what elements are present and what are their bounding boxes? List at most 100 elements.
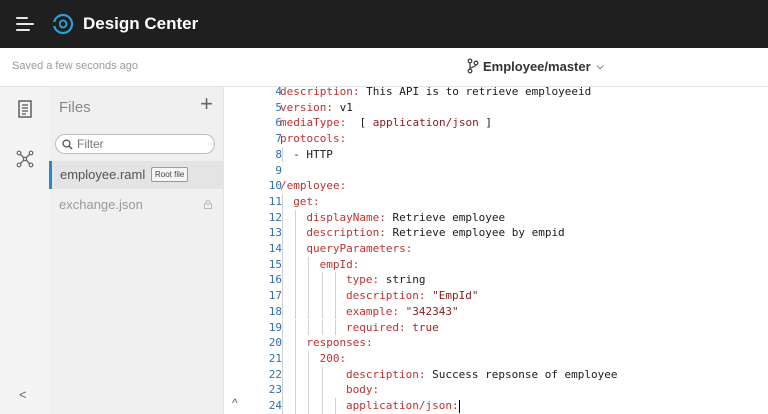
code-line[interactable]: 12 displayName: Retrieve employee [224, 209, 768, 226]
code-line[interactable]: 18 example: "342343" [224, 303, 768, 320]
graph-icon[interactable] [15, 149, 35, 169]
line-number: 4 [275, 87, 282, 98]
indent-guide [321, 366, 323, 383]
indent-guide [295, 319, 297, 336]
yaml-value: Success repsonse of employee [425, 367, 618, 381]
collapse-sidebar-button[interactable]: < [19, 387, 27, 402]
yaml-key: queryParameters: [306, 242, 413, 255]
indent-guide [321, 272, 323, 289]
line-number: 5 [275, 100, 282, 114]
yaml-key: displayName: [306, 210, 386, 224]
yaml-key: protocols: [280, 132, 347, 146]
code-text: example: "342343" [346, 304, 459, 320]
file-name: exchange.json [59, 197, 143, 212]
branch-selector[interactable]: Employee/master ⌵ [466, 58, 604, 74]
add-file-button[interactable]: + [200, 93, 213, 115]
indent-guide [295, 398, 297, 414]
yaml-string: application/json [372, 116, 479, 130]
code-line[interactable]: 5 version: v1 [224, 100, 768, 116]
yaml-value: string [379, 273, 426, 287]
indent-guide [282, 288, 283, 304]
indent-guide [282, 350, 283, 367]
file-item-employee-raml[interactable]: employee.raml Root file [49, 161, 223, 189]
code-text: description: Success repsonse of employe… [346, 367, 618, 383]
line-number: 14 [268, 242, 282, 255]
indent-guide [321, 303, 323, 320]
indent-guide [282, 272, 283, 289]
code-editor[interactable]: 4 description: This API is to retrieve em… [224, 87, 768, 414]
yaml-boolean: true [412, 320, 439, 334]
indent-guide [282, 256, 283, 273]
code-line[interactable]: 22 description: Success repsonse of emplo… [224, 366, 768, 383]
indent-guide [282, 209, 283, 226]
yaml-value: - HTTP [293, 147, 333, 161]
code-text: get: [293, 194, 320, 210]
indent-guide [282, 193, 283, 210]
yaml-key: description: [280, 87, 360, 98]
code-line[interactable]: 10/employee: [224, 178, 768, 194]
yaml-key: application/json: [346, 399, 459, 412]
indent-guide [321, 319, 323, 336]
indent-guide [308, 319, 310, 336]
code-line[interactable]: 16 type: string [224, 272, 768, 289]
code-line[interactable]: 6 mediaType: [ application/json ] [224, 115, 768, 131]
yaml-value-tail: ] [478, 116, 492, 130]
line-number: 13 [268, 226, 282, 240]
code-text: body: [346, 382, 379, 398]
code-text: version: v1 [280, 100, 353, 116]
yaml-value: [ [346, 116, 373, 130]
indent-guide [295, 256, 297, 273]
design-center-logo-icon [52, 13, 74, 35]
code-text: mediaType: [ application/json ] [280, 115, 492, 131]
indent-guide [282, 146, 283, 163]
indent-guide [295, 241, 297, 257]
code-text: displayName: Retrieve employee [306, 210, 505, 226]
code-line[interactable]: 21 200: [224, 350, 768, 367]
document-icon[interactable] [15, 99, 35, 119]
yaml-key: version: [280, 100, 333, 114]
code-line[interactable]: 14 queryParameters: [224, 241, 768, 257]
file-item-exchange-json[interactable]: exchange.json [49, 191, 223, 219]
yaml-string: "342343" [405, 304, 459, 318]
filter-input[interactable] [77, 137, 197, 151]
indent-guide [295, 382, 297, 398]
indent-guide [282, 303, 283, 320]
hamburger-icon[interactable] [16, 15, 34, 33]
indent-guide [321, 382, 323, 398]
code-text: - HTTP [293, 147, 333, 163]
code-line[interactable]: 8 - HTTP [224, 146, 768, 163]
code-line[interactable]: 23 body: [224, 382, 768, 398]
code-line[interactable]: 11 get: [224, 193, 768, 210]
yaml-key: 200: [319, 351, 347, 365]
code-line[interactable]: 4 description: This API is to retrieve em… [224, 87, 768, 100]
yaml-string: "EmpId" [432, 289, 479, 303]
yaml-key: mediaType: [280, 116, 347, 130]
indent-guide [282, 225, 283, 241]
code-line[interactable]: 15 empId: [224, 256, 768, 273]
code-line[interactable]: 17 description: "EmpId" [224, 288, 768, 304]
yaml-value: This API is to retrieve employeeid [359, 87, 592, 98]
chevron-down-icon[interactable]: ⌵ [597, 61, 604, 72]
yaml-key: required: [346, 320, 406, 334]
yaml-key: type: [346, 273, 380, 287]
indent-guide [308, 382, 310, 398]
code-line[interactable]: 7 protocols: [224, 131, 768, 147]
indent-guide [308, 256, 310, 273]
indent-guide [334, 288, 336, 304]
code-text: protocols: [280, 131, 346, 147]
code-line[interactable]: 13 description: Retrieve employee by empi… [224, 225, 768, 241]
yaml-key: description: [346, 367, 426, 381]
indent-guide [295, 335, 297, 351]
code-line[interactable]: 9 [224, 163, 768, 179]
text-cursor [458, 399, 460, 413]
code-line[interactable]: 24 application/json: [224, 398, 768, 414]
yaml-key: description: [346, 289, 426, 303]
indent-guide [295, 303, 297, 320]
code-line[interactable]: 19 required: true [224, 319, 768, 336]
indent-guide [295, 366, 297, 383]
line-number: 6 [275, 116, 282, 130]
filter-field[interactable] [55, 134, 215, 154]
fold-toggle-icon[interactable]: ^ [232, 396, 238, 410]
branch-label: Employee/master [483, 58, 591, 74]
code-line[interactable]: 20 responses: [224, 335, 768, 351]
